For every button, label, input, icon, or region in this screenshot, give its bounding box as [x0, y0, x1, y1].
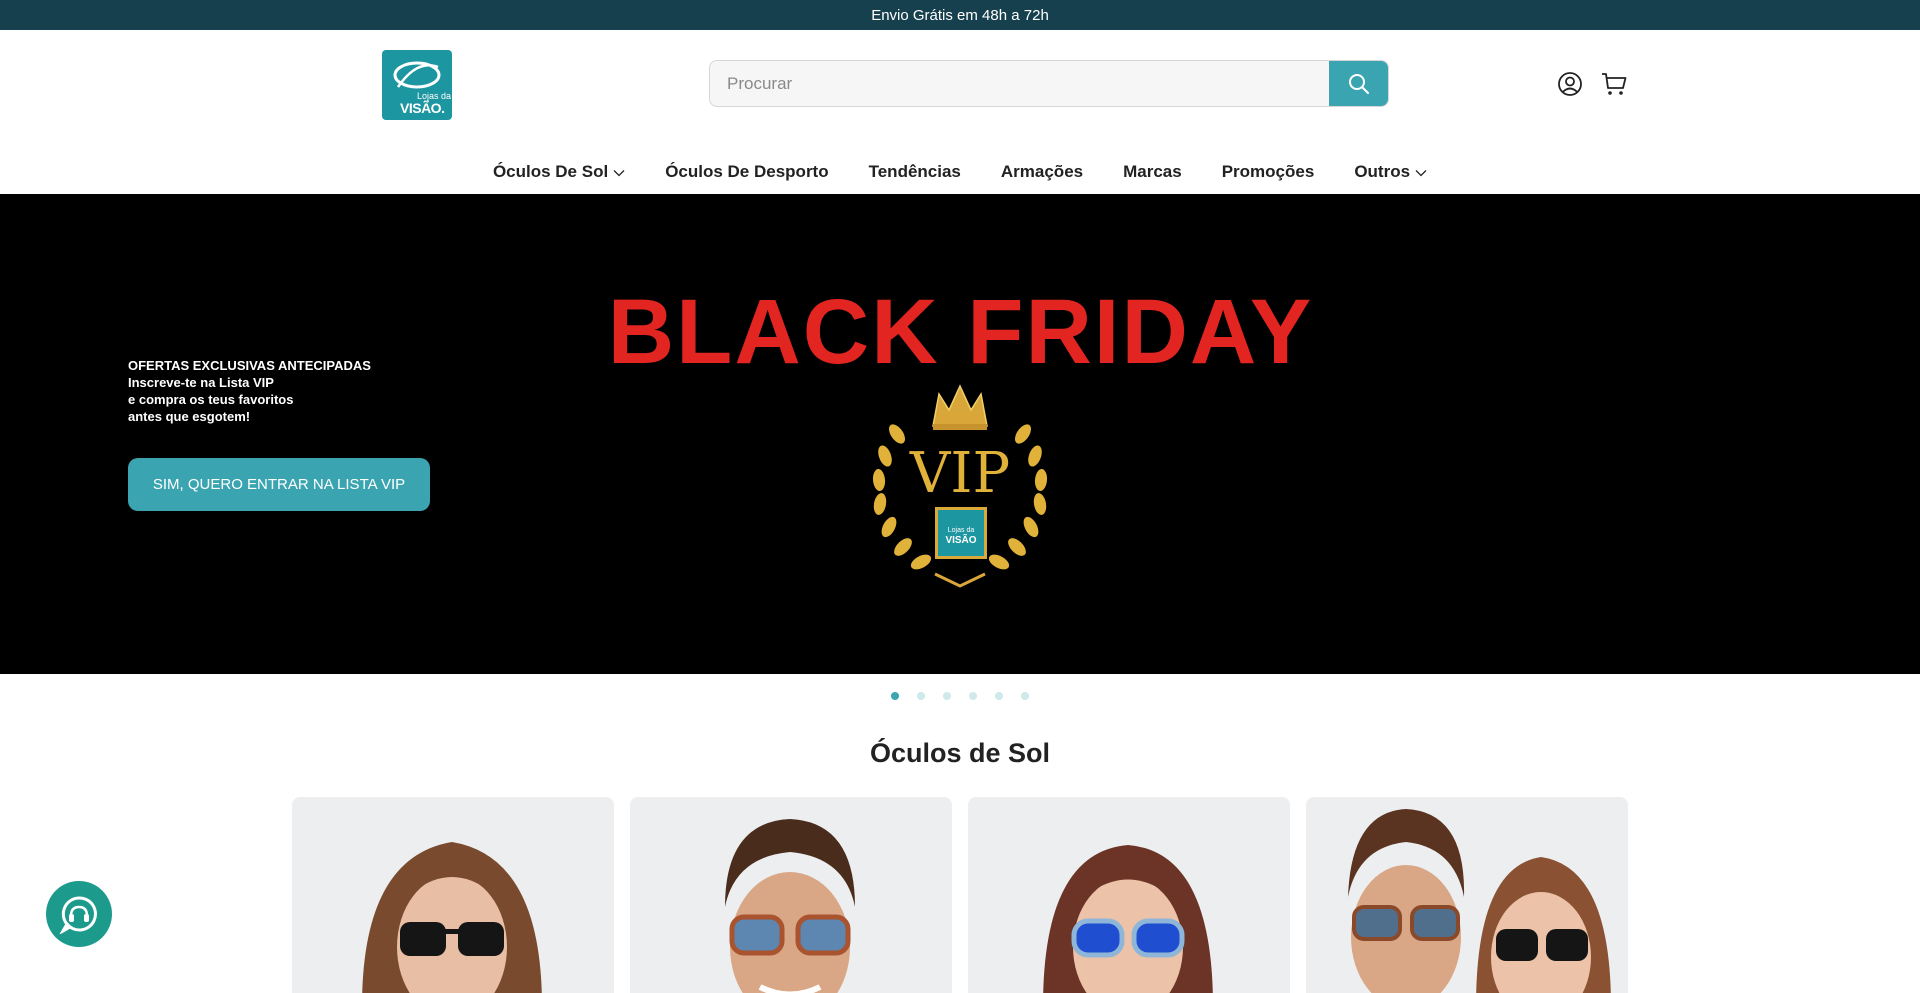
logo-text-line2: VISÃO. — [400, 100, 445, 116]
product-card[interactable] — [292, 797, 614, 993]
hero-banner[interactable]: OFERTAS EXCLUSIVAS ANTECIPADAS Inscreve-… — [0, 194, 1920, 674]
hero-text-block: OFERTAS EXCLUSIVAS ANTECIPADAS Inscreve-… — [128, 357, 371, 425]
vip-text: VIP — [909, 441, 1011, 506]
nav-item-tendencias[interactable]: Tendências — [869, 150, 961, 194]
whatsapp-icon — [59, 896, 97, 934]
carousel-dot[interactable] — [1021, 692, 1029, 700]
vip-signup-button[interactable]: SIM, QUERO ENTRAR NA LISTA VIP — [128, 458, 430, 511]
hero-line: Inscreve-te na Lista VIP — [128, 375, 274, 390]
vip-logo-line1: Lojas da — [947, 527, 975, 534]
chevron-down-icon — [1415, 170, 1427, 177]
product-image — [1043, 845, 1213, 993]
carousel-dot[interactable] — [917, 692, 925, 700]
hero-line: antes que esgotem! — [128, 409, 251, 424]
account-button[interactable] — [1556, 70, 1584, 98]
nav-item-oculos-de-sol[interactable]: Óculos De Sol — [493, 150, 625, 194]
search-input[interactable] — [710, 61, 1330, 106]
product-card[interactable] — [630, 797, 952, 993]
vip-logo-line2: VISÃO — [945, 535, 977, 546]
nav-item-label: Outros — [1354, 162, 1411, 181]
hero-eyebrow: OFERTAS EXCLUSIVAS ANTECIPADAS — [128, 358, 371, 373]
carousel-dot[interactable] — [995, 692, 1003, 700]
carousel-dot[interactable] — [969, 692, 977, 700]
chevron-down-icon — [613, 170, 625, 177]
search-bar — [709, 60, 1389, 107]
announcement-bar: Envio Grátis em 48h a 72h — [0, 0, 1920, 30]
hero-line: e compra os teus favoritos — [128, 392, 294, 407]
nav-item-label: Óculos De Sol — [492, 162, 609, 181]
search-button[interactable] — [1329, 61, 1388, 106]
product-image — [362, 842, 542, 993]
account-icon — [1558, 72, 1582, 96]
product-grid — [292, 797, 1628, 993]
nav-item-outros[interactable]: Outros — [1354, 150, 1427, 194]
product-image — [1348, 809, 1611, 993]
product-card[interactable] — [1306, 797, 1628, 993]
nav-item-marcas[interactable]: Marcas — [1123, 150, 1182, 194]
announcement-text: Envio Grátis em 48h a 72h — [871, 6, 1049, 24]
logo-eye-icon — [393, 61, 441, 89]
nav-item-label: Armações — [1000, 162, 1084, 181]
site-header: Lojas da VISÃO. Óculos De Sol — [0, 30, 1920, 194]
carousel-dots — [0, 692, 1920, 704]
carousel-dot[interactable] — [943, 692, 951, 700]
main-navigation: Óculos De Sol Óculos De Desporto Tendênc… — [0, 150, 1920, 194]
search-icon — [1348, 73, 1369, 94]
vip-logo-badge: Lojas da VISÃO — [935, 507, 987, 559]
nav-item-oculos-de-desporto[interactable]: Óculos De Desporto — [665, 150, 828, 194]
cart-icon — [1602, 73, 1627, 95]
product-card[interactable] — [968, 797, 1290, 993]
nav-item-label: Tendências — [868, 162, 961, 181]
nav-item-label: Promoções — [1221, 162, 1315, 181]
nav-item-armacoes[interactable]: Armações — [1001, 150, 1083, 194]
nav-item-label: Óculos De Desporto — [665, 162, 829, 181]
cart-button[interactable] — [1600, 70, 1628, 98]
section-title: Óculos de Sol — [869, 738, 1051, 768]
nav-item-promocoes[interactable]: Promoções — [1222, 150, 1315, 194]
brand-logo[interactable]: Lojas da VISÃO. — [382, 50, 452, 120]
carousel-dot[interactable] — [891, 692, 899, 700]
vip-emblem: VIP Lojas da VISÃO — [835, 364, 1085, 606]
nav-item-label: Marcas — [1123, 162, 1182, 181]
product-image — [725, 819, 855, 993]
whatsapp-chat-button[interactable] — [46, 881, 112, 947]
